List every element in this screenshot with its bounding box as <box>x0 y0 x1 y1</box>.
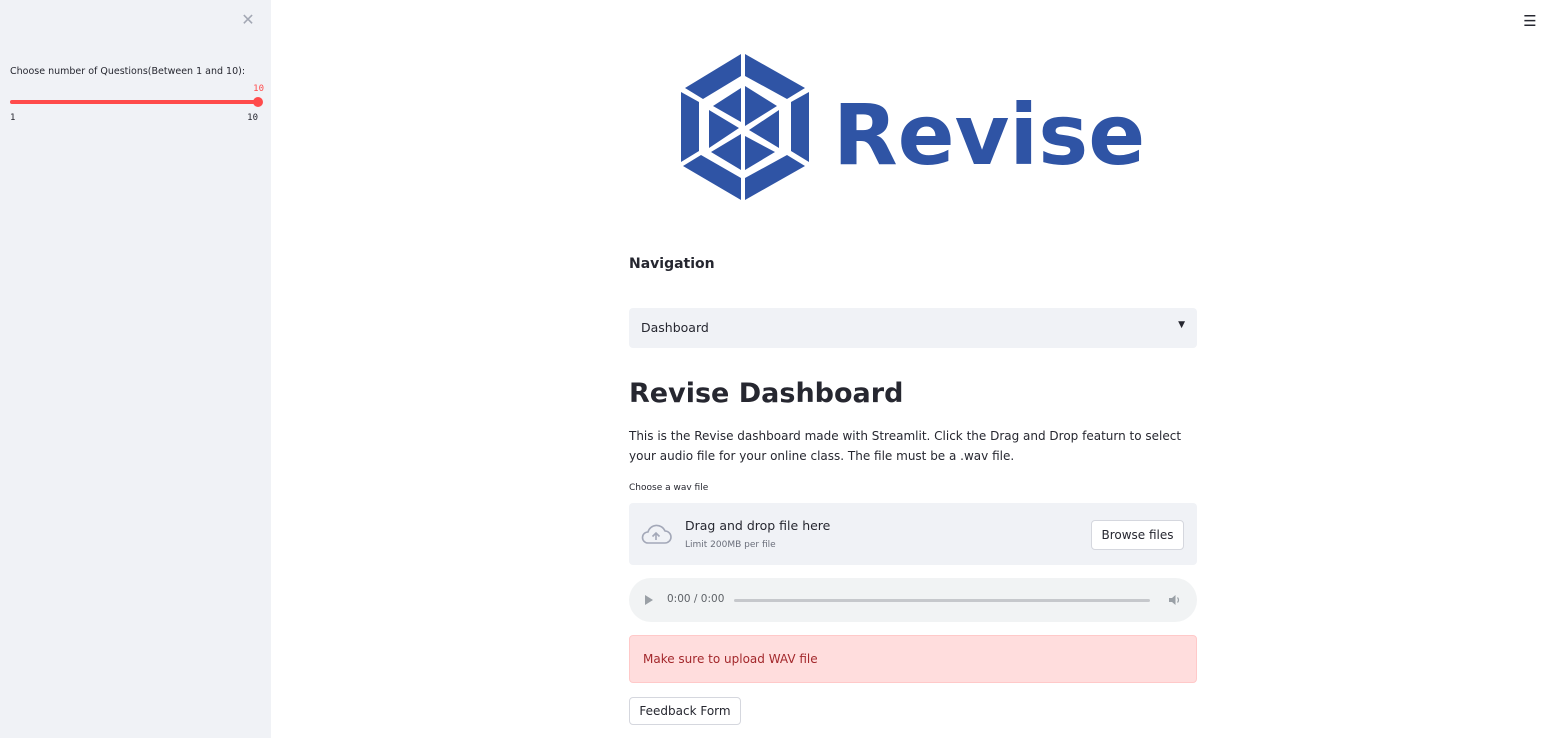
slider-value: 10 <box>253 84 264 94</box>
audio-progress-bar[interactable] <box>734 599 1150 602</box>
sidebar: ✕ Choose number of Questions(Between 1 a… <box>0 0 271 738</box>
browse-files-button[interactable]: Browse files <box>1091 520 1184 550</box>
cloud-upload-icon <box>641 524 672 544</box>
slider-max-label: 10 <box>247 113 258 123</box>
play-icon[interactable] <box>645 595 653 605</box>
drop-limit: Limit 200MB per file <box>685 540 776 550</box>
volume-icon[interactable] <box>1168 593 1182 607</box>
hamburger-menu-icon[interactable]: ☰ <box>1522 13 1538 29</box>
alert-text: Make sure to upload WAV file <box>643 652 818 666</box>
revise-logo: Revise <box>681 54 1145 200</box>
feedback-form-button[interactable]: Feedback Form <box>629 697 741 725</box>
navigation-label: Navigation <box>629 256 715 272</box>
questions-slider-track[interactable] <box>10 100 258 104</box>
slider-label: Choose number of Questions(Between 1 and… <box>10 66 246 77</box>
audio-player: 0:00 / 0:00 <box>629 578 1197 622</box>
logo-mark-icon <box>681 54 809 200</box>
navigation-selected-value: Dashboard <box>641 320 709 335</box>
uploader-label: Choose a wav file <box>629 483 709 493</box>
drop-title: Drag and drop file here <box>685 518 831 533</box>
audio-time: 0:00 / 0:00 <box>667 593 725 605</box>
slider-thumb[interactable] <box>253 97 263 107</box>
slider-fill <box>10 100 258 104</box>
navigation-select[interactable]: Dashboard ▼ <box>629 308 1197 348</box>
slider-min-label: 1 <box>10 113 16 123</box>
logo-text: Revise <box>833 86 1145 184</box>
file-dropzone[interactable]: Drag and drop file here Limit 200MB per … <box>629 503 1197 565</box>
page-description: This is the Revise dashboard made with S… <box>629 429 1182 463</box>
close-icon[interactable]: ✕ <box>238 10 258 30</box>
page-title: Revise Dashboard <box>629 378 904 409</box>
chevron-down-icon: ▼ <box>1178 320 1185 330</box>
error-alert: Make sure to upload WAV file <box>629 635 1197 683</box>
